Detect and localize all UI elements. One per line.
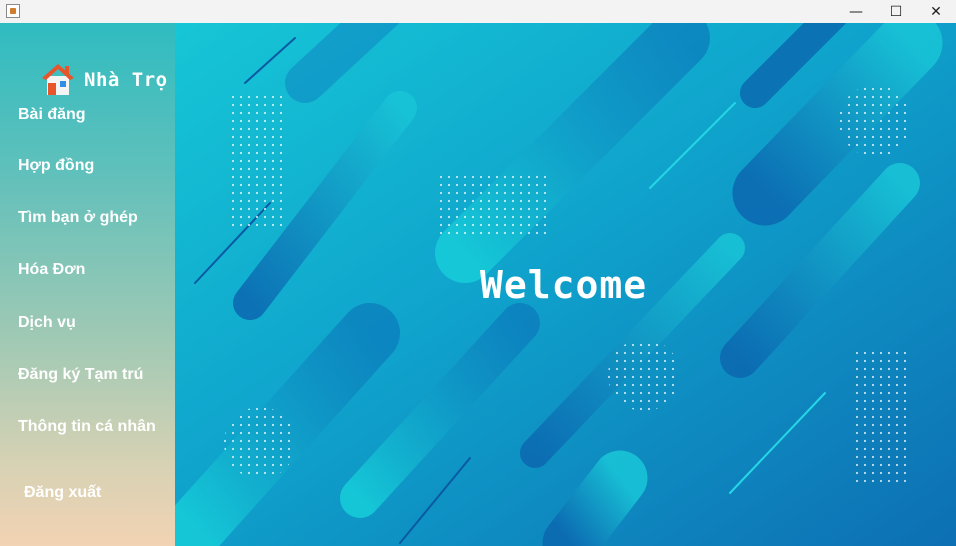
minimize-button[interactable]: —	[836, 0, 876, 23]
sidebar: Nhà Trọ Bài đăng Hợp đồng Tìm bạn ở ghép…	[0, 23, 175, 546]
title-bar: — ☐ ✕	[0, 0, 956, 23]
logout-button[interactable]: Đăng xuất	[24, 484, 101, 502]
nav-item-find-roommate[interactable]: Tìm bạn ở ghép	[18, 209, 138, 227]
welcome-panel: Welcome	[175, 23, 956, 546]
welcome-heading: Welcome	[480, 263, 648, 307]
app-brand: Nhà Trọ	[84, 69, 168, 91]
nav-item-services[interactable]: Dịch vụ	[18, 314, 76, 332]
close-button[interactable]: ✕	[916, 0, 956, 23]
nav-item-posts[interactable]: Bài đăng	[18, 106, 86, 124]
nav-item-temporary-residence[interactable]: Đăng ký Tạm trú	[18, 366, 143, 384]
house-icon	[42, 64, 74, 95]
maximize-button[interactable]: ☐	[876, 0, 916, 23]
nav-item-contracts[interactable]: Hợp đồng	[18, 157, 94, 175]
java-app-icon	[6, 4, 20, 18]
nav-item-personal-info[interactable]: Thông tin cá nhân	[18, 418, 156, 436]
nav-item-invoices[interactable]: Hóa Đơn	[18, 261, 85, 279]
